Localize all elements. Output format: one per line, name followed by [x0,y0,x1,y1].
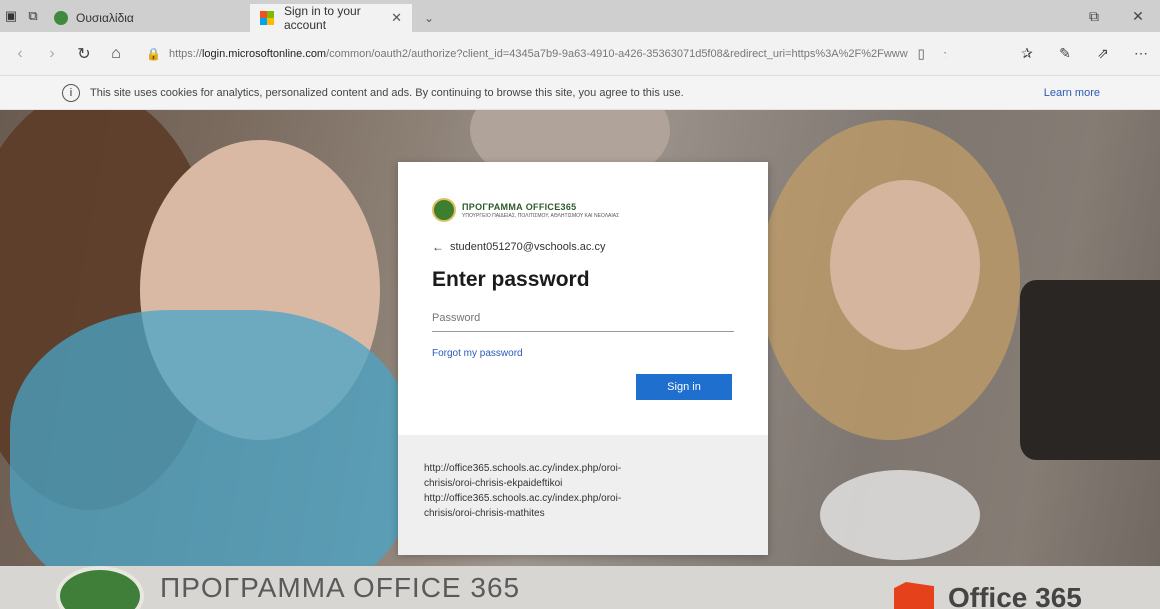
tab-actions-icon[interactable]: ▣ [0,5,22,27]
page-title: Enter password [432,268,590,291]
url-host: login.microsoftonline.com [201,47,327,60]
restore-window-icon[interactable]: ⧉ [1072,8,1116,25]
microsoft-favicon-icon [260,11,274,25]
more-menu-icon[interactable]: ⋯ [1122,45,1160,62]
share-icon[interactable]: ⇗ [1084,45,1122,62]
favorites-list-icon[interactable]: ✰ [1008,45,1046,62]
bg-face2-shape [830,180,980,350]
back-icon[interactable]: ‹ [4,38,36,70]
terms-link-line[interactable]: chrisis/oroi-chrisis-ekpaideftikoi [424,476,742,491]
favorite-star-icon[interactable]: ☆ [943,46,946,62]
office-word: Office 365 [948,582,1082,609]
bg-cloud-shape [820,470,980,560]
window-controls: ⧉ ✕ [1072,8,1160,25]
terms-footer: http://office365.schools.ac.cy/index.php… [398,435,768,555]
org-subtitle: ΥΠΟΥΡΓΕΙΟ ΠΑΙΔΕΙΑΣ, ΠΟΛΙΤΙΣΜΟΥ, ΑΘΛΗΤΙΣΜ… [462,212,620,219]
org-text: ΠΡΟΓΡΑΜΜΑ OFFICE365 ΥΠΟΥΡΓΕΙΟ ΠΑΙΔΕΙΑΣ, … [462,202,619,219]
sign-in-button[interactable]: Sign in [636,374,732,400]
terms-link-line[interactable]: http://office365.schools.ac.cy/index.php… [424,461,742,476]
address-bar-actions: ▯ ☆ [908,46,946,62]
identity-email: student051270@vschools.ac.cy [450,241,606,253]
bg-laptop-shape [1020,280,1160,460]
office-logo-icon [894,582,934,609]
address-toolbar: ‹ › ↻ ⌂ 🔒 https:// login.microsoftonline… [0,32,1160,76]
terms-link-line[interactable]: chrisis/oroi-chrisis-mathites [424,506,742,521]
learn-more-link[interactable]: Learn more [1044,87,1100,99]
tab-list-chevron-icon[interactable]: ⌄ [412,4,446,32]
pen-notes-icon[interactable]: ✎ [1046,45,1084,62]
cookie-banner: i This site uses cookies for analytics, … [0,76,1160,110]
back-arrow-icon[interactable]: ← [432,240,444,254]
signin-card: ΠΡΟΓΡΑΜΜΑ OFFICE365 ΥΠΟΥΡΓΕΙΟ ΠΑΙΔΕΙΑΣ, … [398,162,768,555]
tab-active[interactable]: Sign in to your account ✕ [250,4,412,32]
close-tab-icon[interactable]: ✕ [391,10,402,26]
tab-label: Ουσιαλίδια [76,11,134,25]
url-prefix: https:// [168,47,202,60]
tab-inactive[interactable]: Ουσιαλίδια [44,4,194,32]
terms-link-line[interactable]: http://office365.schools.ac.cy/index.php… [424,491,742,506]
close-window-icon[interactable]: ✕ [1116,8,1160,25]
lock-icon: 🔒 [146,46,161,61]
set-aside-tabs-icon[interactable]: ⧉ [22,5,44,27]
banner-title: ΠΡΟΓΡΑΜΜΑ OFFICE 365 [160,572,521,603]
browser-toolbar-right: ✰ ✎ ⇗ ⋯ [1008,45,1160,62]
url-path: /common/oauth2/authorize?client_id=4345a… [326,47,908,60]
home-icon[interactable]: ⌂ [100,38,132,70]
bg-shirt-shape [10,310,410,609]
reading-view-icon[interactable]: ▯ [918,46,925,62]
refresh-icon[interactable]: ↻ [68,38,100,70]
org-title: ΠΡΟΓΡΑΜΜΑ OFFICE365 [462,201,577,212]
cookie-text: This site uses cookies for analytics, pe… [90,86,684,99]
school-favicon-icon [54,11,68,25]
org-emblem-icon [432,198,456,222]
info-icon: i [62,83,80,102]
identity-row[interactable]: ← student051270@vschools.ac.cy [432,240,605,254]
org-logo: ΠΡΟΓΡΑΜΜΑ OFFICE365 ΥΠΟΥΡΓΕΙΟ ΠΑΙΔΕΙΑΣ, … [432,198,619,222]
password-input[interactable] [432,304,734,332]
forward-icon[interactable]: › [36,38,68,70]
tab-label: Sign in to your account [284,4,361,32]
forgot-password-link[interactable]: Forgot my password [432,348,523,359]
address-bar[interactable]: 🔒 https:// login.microsoftonline.com /co… [146,39,946,69]
browser-tab-bar: ▣ ⧉ Ουσιαλίδια Sign in to your account ✕… [0,0,1160,32]
